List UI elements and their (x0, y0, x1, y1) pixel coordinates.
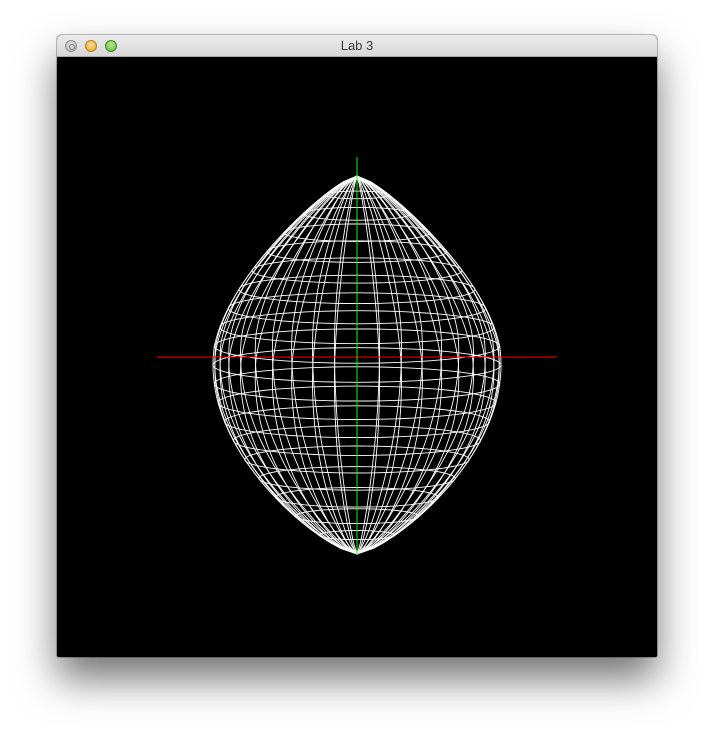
meridian-line (356, 175, 474, 555)
meridian-line (228, 175, 358, 555)
meridian-line (356, 175, 380, 555)
meridian-line (254, 175, 358, 555)
meridian-line (240, 175, 358, 555)
meridian-line (356, 175, 460, 555)
scene-svg (157, 157, 557, 555)
gl-canvas[interactable] (57, 57, 657, 657)
meridian-line (356, 175, 474, 555)
window-title: Lab 3 (340, 38, 374, 53)
title-bar[interactable]: Lab 3 (57, 35, 657, 57)
meridian-line (356, 175, 486, 555)
meridian-line (254, 175, 358, 555)
meridian-line (356, 175, 486, 555)
meridian-line (356, 175, 460, 555)
meridian-line (228, 175, 358, 555)
meridian-line (240, 175, 358, 555)
app-window: Lab 3 (57, 35, 657, 657)
meridian-line (334, 175, 358, 555)
